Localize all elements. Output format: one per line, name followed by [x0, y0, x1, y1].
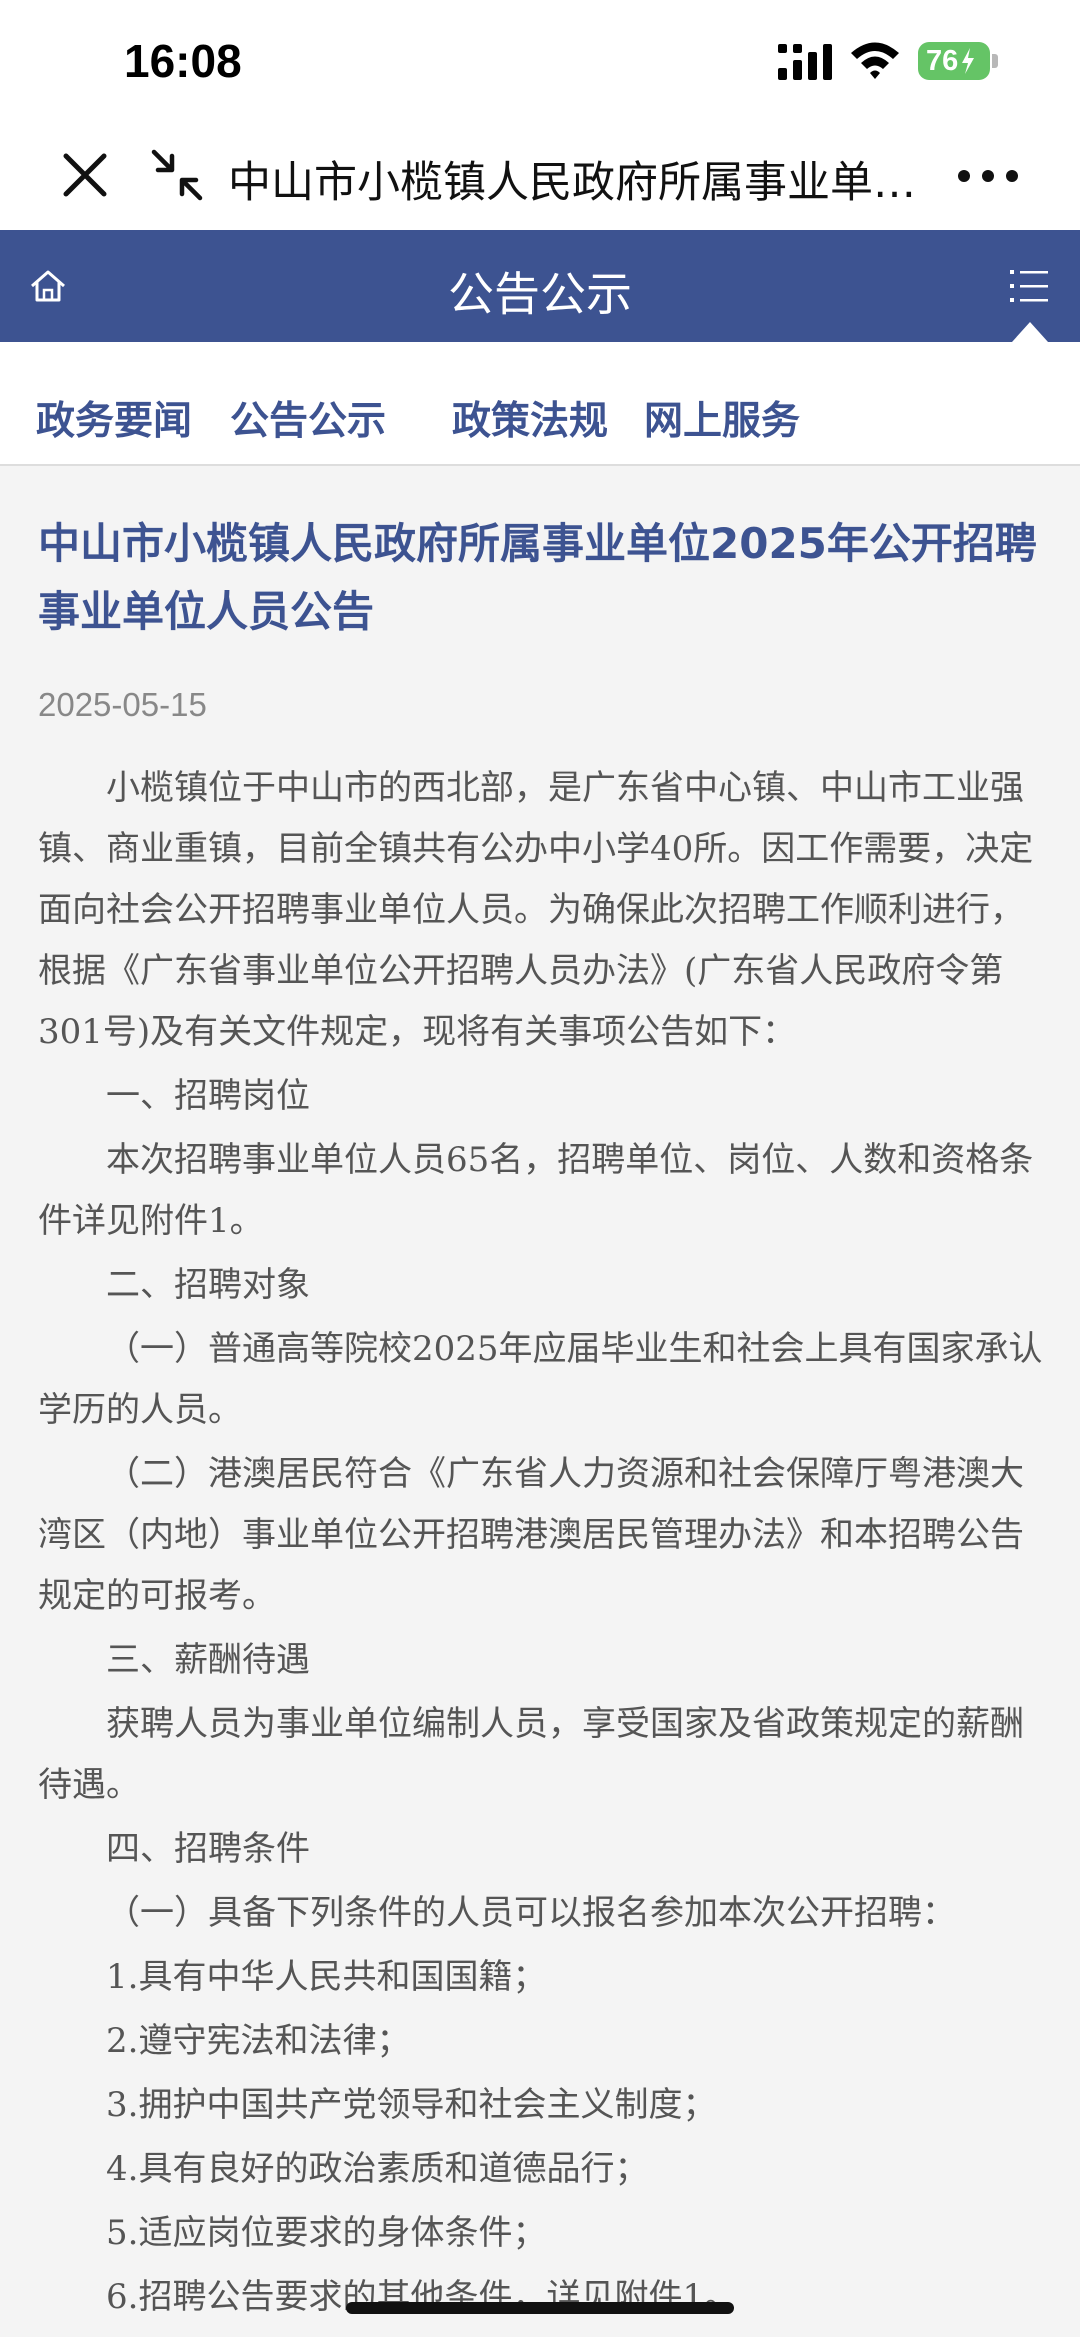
section-heading: 四、招聘条件 [106, 1829, 310, 1869]
close-icon[interactable] [60, 150, 110, 200]
article-date: 2025-05-15 [38, 686, 207, 723]
list-item: 4.具有良好的政治素质和道德品行； [106, 2149, 649, 2189]
cellular-signal-icon [778, 44, 832, 80]
category-tabs: 政务要闻 公告公示 政策法规 网上服务 [0, 342, 1080, 466]
battery-tip [992, 54, 998, 68]
menu-caret [1012, 322, 1048, 342]
article-paragraph: （二）港澳居民符合《广东省人力资源和社会保障厅粤港澳大湾区（内地）事业单位公开招… [38, 1454, 1024, 1616]
wifi-icon [851, 42, 899, 79]
tab-announcements[interactable]: 公告公示 [230, 390, 386, 446]
site-header: 公告公示 [0, 230, 1080, 342]
list-item: 2.遵守宪法和法律； [106, 2021, 411, 2061]
page-title: 公告公示 [448, 267, 632, 321]
section-heading: 一、招聘岗位 [106, 1076, 310, 1116]
tab-online-services[interactable]: 网上服务 [644, 390, 800, 446]
list-item: 5.适应岗位要求的身体条件； [106, 2213, 547, 2253]
home-indicator[interactable] [346, 2302, 734, 2314]
list-item: 6.招聘公告要求的其他条件，详见附件1。 [106, 2277, 739, 2317]
webview-nav-bar: 中山市小榄镇人民政府所属事业单… [0, 128, 1080, 230]
article-paragraph: 小榄镇位于中山市的西北部，是广东省中心镇、中山市工业强镇、商业重镇，目前全镇共有… [38, 768, 1034, 1052]
webview-title: 中山市小榄镇人民政府所属事业单… [228, 158, 916, 208]
battery-level: 76 [926, 44, 959, 77]
battery-icon: 76 [918, 42, 990, 80]
tab-policies[interactable]: 政策法规 [452, 390, 608, 446]
charging-bolt-icon [962, 48, 975, 74]
more-options-icon[interactable] [956, 158, 1020, 194]
list-item: 1.具有中华人民共和国国籍； [106, 1957, 547, 1997]
article-title: 中山市小榄镇人民政府所属事业单位2025年公开招聘事业单位人员公告 [38, 519, 1037, 636]
status-time: 16:08 [124, 35, 242, 87]
section-heading: 三、薪酬待遇 [106, 1640, 310, 1680]
list-item: 3.拥护中国共产党领导和社会主义制度； [106, 2085, 717, 2125]
article-paragraph: 本次招聘事业单位人员65名，招聘单位、岗位、人数和资格条件详见附件1。 [38, 1140, 1034, 1241]
article-paragraph: （一）具备下列条件的人员可以报名参加本次公开招聘： [106, 1893, 956, 1933]
article-paragraph: （一）普通高等院校2025年应届毕业生和社会上具有国家承认学历的人员。 [38, 1329, 1043, 1430]
article-body: 小榄镇位于中山市的西北部，是广东省中心镇、中山市工业强镇、商业重镇，目前全镇共有… [38, 758, 1050, 2331]
menu-list-icon[interactable] [1008, 266, 1050, 306]
article-paragraph: 获聘人员为事业单位编制人员，享受国家及省政策规定的薪酬待遇。 [38, 1704, 1024, 1805]
section-heading: 二、招聘对象 [106, 1265, 310, 1305]
status-bar: 16:08 76 [0, 0, 1080, 128]
minimize-icon[interactable] [150, 148, 204, 202]
tab-news[interactable]: 政务要闻 [36, 390, 192, 446]
